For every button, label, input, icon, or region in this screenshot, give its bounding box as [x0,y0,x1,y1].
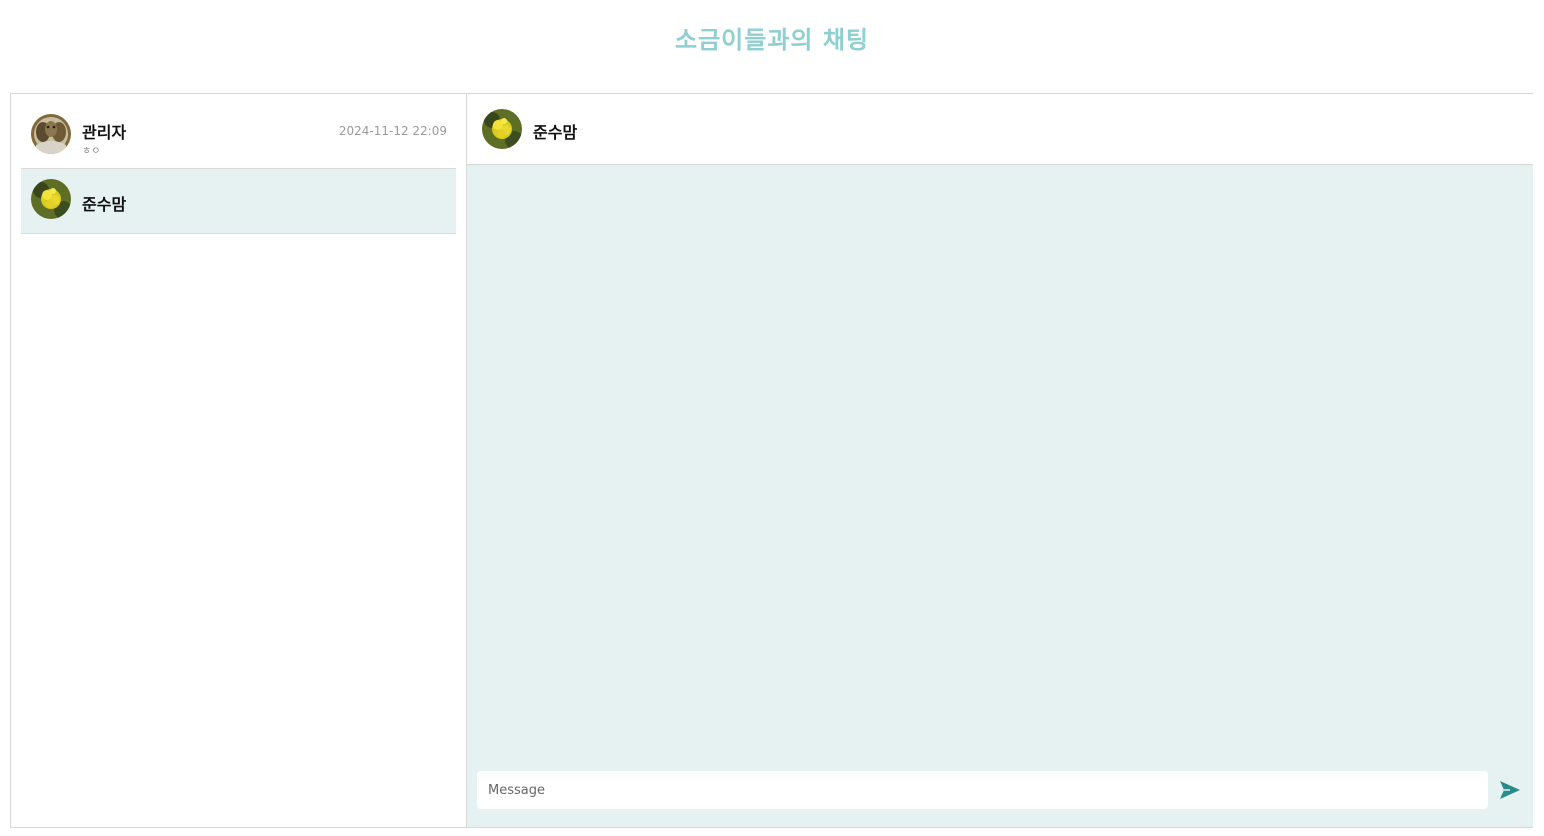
chat-room-name: 관리자 [82,123,127,142]
chat-room-name: 준수맘 [82,195,127,214]
chat-header: 준수맘 [467,94,1533,165]
send-icon[interactable] [1498,778,1522,802]
chat-room-item-admin[interactable]: 관리자 ㅎㅇ 2024-11-12 22:09 [21,104,456,169]
chat-room-timestamp: 2024-11-12 22:09 [338,124,447,138]
message-area [467,165,1533,827]
yellow-flower-avatar [482,109,522,149]
chat-room-last-message: ㅎㅇ [82,146,101,157]
chat-panel: 준수맘 [467,94,1533,827]
yellow-flower-avatar [31,179,71,219]
chat-container: 관리자 ㅎㅇ 2024-11-12 22:09 준수맘 준수맘 Message [10,93,1533,828]
chat-partner-name: 준수맘 [533,123,578,142]
chat-room-item-junsumom[interactable]: 준수맘 [21,169,456,234]
message-input[interactable] [477,771,1488,809]
owl-photo-avatar [31,114,71,154]
chat-room-list: 관리자 ㅎㅇ 2024-11-12 22:09 준수맘 [11,94,467,827]
page-title: 소금이들과의 채팅 [675,26,869,54]
